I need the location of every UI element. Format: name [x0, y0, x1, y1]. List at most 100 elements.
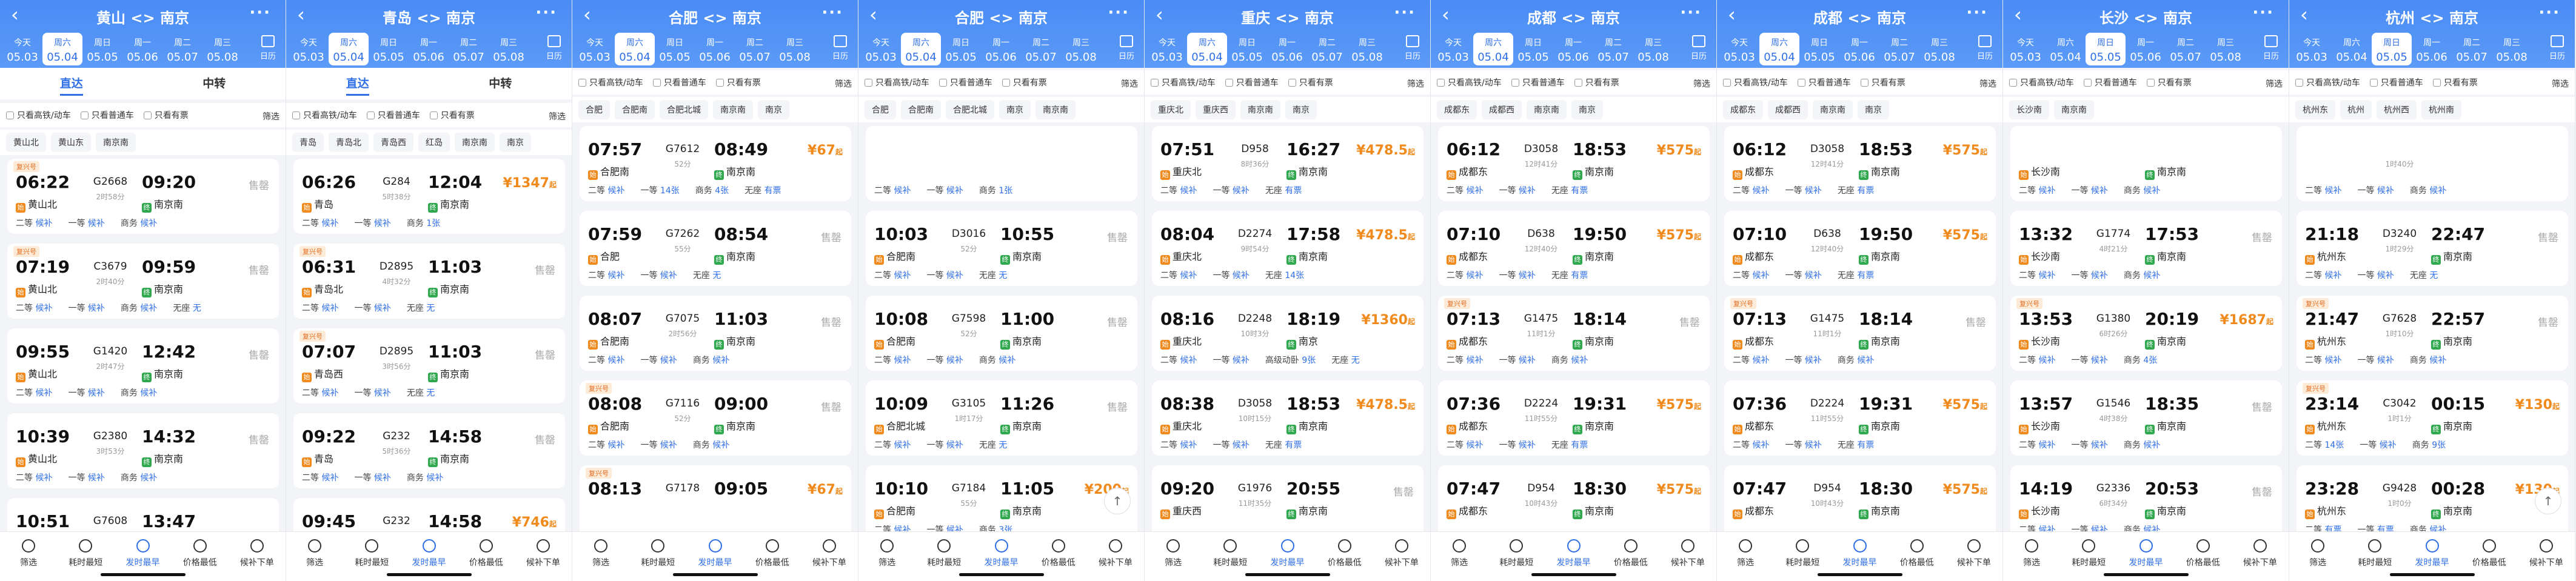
date-cell[interactable]: 周二 05.07 [2166, 33, 2206, 65]
filter-button[interactable]: 筛选 [1121, 78, 1138, 90]
seat-item[interactable]: 一等 候补 [2071, 269, 2107, 281]
seat-item[interactable]: 一等 候补 [68, 302, 104, 314]
filter-checkbox[interactable]: 只看高铁/动车 [1437, 76, 1502, 88]
train-card[interactable]: 复兴号 06:31 D2895 4时32分 11:03 始青岛北终南京南 售罄 二等 候补 一等… [293, 244, 565, 319]
calendar-button[interactable]: 日历 [1401, 34, 1424, 61]
train-card[interactable]: 复兴号 23:14 C3042 1时1分 00:15 始杭州东 终南京南 ¥130起 二等 14… [2297, 380, 2568, 456]
date-cell[interactable]: 周日 05.05 [369, 33, 409, 65]
seat-item[interactable]: 二等 候补 [2019, 184, 2055, 196]
seat-item[interactable]: 一等 候补 [2071, 354, 2107, 366]
seat-item[interactable]: 商务 候补 [1551, 354, 1588, 366]
more-icon[interactable]: ··· [1966, 4, 1988, 22]
train-card[interactable]: 07:51 D958 8时36分 16:27 始重庆北终南京南 ¥478.5起 二等 候补一… [1152, 126, 1423, 201]
seat-item[interactable]: 无座 有票 [1551, 269, 1588, 281]
bottom-nav-item[interactable]: 候补下单 [801, 532, 858, 581]
filter-checkbox[interactable]: 只看高铁/动车 [6, 109, 71, 121]
station-chip[interactable]: 南京南 [1240, 100, 1280, 119]
seat-item[interactable]: 二等 14张 [2305, 439, 2344, 451]
seat-item[interactable]: 商务 9张 [2412, 439, 2446, 451]
station-chip[interactable]: 南京南 [1035, 100, 1076, 119]
station-chip[interactable]: 青岛北 [329, 133, 369, 152]
date-cell[interactable]: 周三 05.08 [1347, 33, 1387, 65]
seat-item[interactable]: 商务 1张 [407, 217, 440, 229]
seat-item[interactable]: 一等 候补 [1213, 269, 1249, 281]
seat-item[interactable]: 商务 候补 [979, 354, 1015, 366]
seat-item[interactable]: 一等 候补 [926, 269, 963, 281]
seat-item[interactable]: 一等 候补 [1213, 439, 1249, 451]
date-cell[interactable]: 周二 05.07 [735, 33, 775, 65]
bottom-nav-item[interactable]: 筛选 [286, 532, 343, 581]
filter-checkbox[interactable]: 只看有票 [2146, 76, 2192, 88]
seat-item[interactable]: 无座 无 [693, 269, 721, 281]
seat-item[interactable]: 一等 候补 [640, 354, 677, 366]
train-card[interactable]: 10:08 G7598 52分 11:00 始合肥南终南京南 售罄 二等 候补 一等 候补 商务… [866, 296, 1137, 371]
date-cell[interactable]: 周一 05.06 [1553, 33, 1593, 65]
filter-checkbox[interactable]: 只看有票 [1860, 76, 1905, 88]
more-icon[interactable]: ··· [1394, 4, 1416, 22]
seat-item[interactable]: 二等 候补 [1447, 184, 1483, 196]
seat-item[interactable]: 一等 候补 [2357, 354, 2394, 366]
date-cell[interactable]: 周三 05.08 [775, 33, 815, 65]
station-chip[interactable]: 南京南 [1813, 100, 1853, 119]
bottom-nav-item[interactable]: 候补下单 [229, 532, 286, 581]
station-chip[interactable]: 青岛西 [373, 133, 413, 152]
date-cell[interactable]: 周六 05.04 [2046, 33, 2086, 65]
date-cell[interactable]: 周三 05.08 [1919, 33, 1959, 65]
seat-item[interactable]: 二等 候补 [1447, 354, 1483, 366]
tab-direct[interactable]: 直达 [286, 68, 429, 99]
calendar-button[interactable]: 日历 [1973, 34, 1996, 61]
seat-item[interactable]: 一等 候补 [1785, 439, 1821, 451]
seat-item[interactable]: 无座 有票 [1838, 184, 1874, 196]
seat-item[interactable]: 商务 候补 [693, 354, 729, 366]
station-chip[interactable]: 合肥南 [615, 100, 655, 119]
bottom-nav-item[interactable]: 筛选 [858, 532, 915, 581]
seat-item[interactable]: 一等 候补 [354, 217, 390, 229]
seat-item[interactable]: 一等 候补 [1499, 184, 1535, 196]
train-card[interactable]: 10:03 D3016 52分 10:55 始合肥南终南京南 售罄 二等 候补 一等 候补 无座… [866, 211, 1137, 286]
date-cell[interactable]: 今天 05.03 [1719, 33, 1759, 65]
bottom-nav-item[interactable]: 筛选 [2289, 532, 2346, 581]
train-card[interactable]: 09:55 G1420 2时47分 12:42 始黄山北终南京南 售罄 二等 候补 一等 候补… [7, 328, 279, 403]
seat-item[interactable]: 二等 候补 [302, 302, 338, 314]
seat-item[interactable]: 二等 候补 [2305, 269, 2341, 281]
station-chip[interactable]: 合肥 [578, 100, 610, 119]
seat-item[interactable]: 商务 候补 [693, 439, 729, 451]
seat-item[interactable]: 一等 候补 [354, 387, 390, 399]
station-chip[interactable]: 黄山北 [6, 133, 46, 152]
seat-item[interactable]: 商务 候补 [121, 302, 157, 314]
seat-item[interactable]: 无座 有票 [1838, 439, 1874, 451]
date-cell[interactable]: 今天 05.03 [2006, 33, 2046, 65]
seat-item[interactable]: 一等 候补 [1499, 269, 1535, 281]
date-cell[interactable]: 周一 05.06 [981, 33, 1021, 65]
date-cell[interactable]: 周六 05.04 [1759, 33, 1799, 65]
seat-item[interactable]: 无座 有票 [1551, 184, 1588, 196]
bottom-nav-item[interactable]: 候补下单 [515, 532, 572, 581]
seat-item[interactable]: 二等 候补 [2305, 184, 2341, 196]
date-cell[interactable]: 今天 05.03 [1433, 33, 1473, 65]
seat-item[interactable]: 无座 无 [2410, 269, 2438, 281]
seat-item[interactable]: 一等 14张 [640, 184, 679, 196]
date-cell[interactable]: 今天 05.03 [2, 33, 42, 65]
tab-transfer[interactable]: 中转 [143, 68, 286, 99]
train-card[interactable]: 复兴号 08:08 G7116 52分 09:00 始合肥南终南京南 售罄 二等 候补 一等 候… [580, 380, 851, 456]
train-card[interactable]: 14:19 G2336 6时34分 20:53 始长沙南终南京南 售罄 二等 候补 一等 候补… [2010, 465, 2282, 540]
train-card[interactable]: 07:47 D954 10时43分 18:30 始成都东 终南京南 ¥575起 [1438, 465, 1710, 540]
date-cell[interactable]: 周六 05.04 [2332, 33, 2372, 65]
filter-checkbox[interactable]: 只看有票 [1002, 76, 1047, 88]
more-icon[interactable]: ··· [2538, 4, 2560, 22]
date-cell[interactable]: 周三 05.08 [202, 33, 243, 65]
seat-item[interactable]: 二等 候补 [1733, 269, 1769, 281]
seat-item[interactable]: 无座 无 [407, 302, 435, 314]
filter-checkbox[interactable]: 只看普通车 [2369, 76, 2423, 88]
station-chip[interactable]: 南京南 [713, 100, 753, 119]
filter-checkbox[interactable]: 只看高铁/动车 [1151, 76, 1216, 88]
filter-checkbox[interactable]: 只看高铁/动车 [2295, 76, 2360, 88]
seat-item[interactable]: 商务 候补 [121, 217, 157, 229]
date-cell[interactable]: 今天 05.03 [861, 33, 901, 65]
date-cell[interactable]: 周一 05.06 [695, 33, 735, 65]
seat-item[interactable]: 一等 候补 [1213, 184, 1249, 196]
date-cell[interactable]: 周三 05.08 [2206, 33, 2246, 65]
filter-checkbox[interactable]: 只看高铁/动车 [1723, 76, 1788, 88]
station-chip[interactable]: 南京 [1571, 100, 1603, 119]
date-cell[interactable]: 周六 05.04 [1473, 33, 1513, 65]
